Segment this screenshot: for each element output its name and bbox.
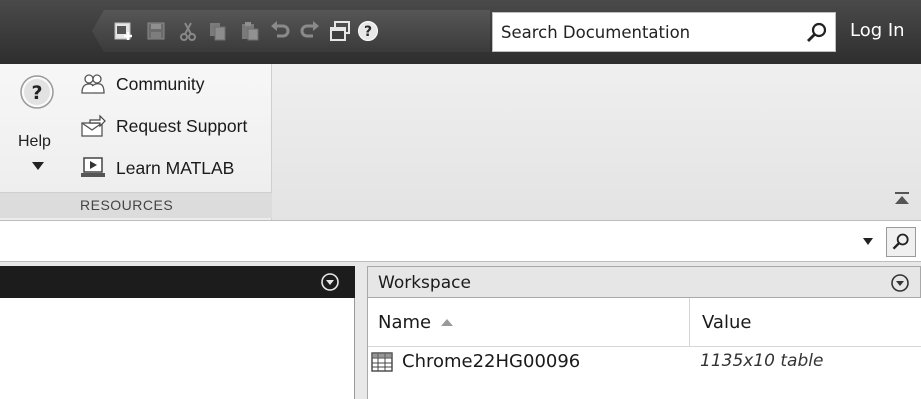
documentation-search <box>492 12 836 52</box>
paste-icon[interactable] <box>238 19 262 43</box>
help-dropdown-arrow-icon[interactable] <box>32 162 44 170</box>
title-bar: ? Log In <box>0 0 921 64</box>
column-header-value[interactable]: Value <box>690 298 921 346</box>
column-header-name[interactable]: Name <box>368 298 690 346</box>
community-label: Community <box>116 73 205 94</box>
workspace-title: Workspace <box>378 273 471 293</box>
learn-matlab-button[interactable]: Learn MATLAB <box>80 155 234 181</box>
undo-icon[interactable] <box>268 19 292 43</box>
current-folder-bar[interactable] <box>0 220 921 262</box>
search-icon[interactable] <box>805 21 829 45</box>
redo-icon[interactable] <box>298 19 322 43</box>
request-support-button[interactable]: Request Support <box>80 113 247 139</box>
variable-name: Chrome22HG00096 <box>402 351 581 372</box>
login-button[interactable]: Log In <box>850 20 905 44</box>
svg-text:?: ? <box>364 24 372 40</box>
folder-search-icon <box>892 233 909 250</box>
resources-section-title: RESOURCES <box>0 192 272 218</box>
cut-icon[interactable] <box>176 19 200 43</box>
header-divider <box>368 346 921 347</box>
table-row[interactable]: Chrome22HG00096 1135x10 table <box>368 348 921 378</box>
workspace-table: Name Value Chrome22HG00096 1135x10 table <box>367 298 921 399</box>
learn-matlab-label: Learn MATLAB <box>116 157 235 178</box>
variable-value: 1135x10 table <box>700 351 824 371</box>
community-button[interactable]: Community <box>80 71 205 97</box>
sort-ascending-icon <box>441 318 454 326</box>
search-input[interactable] <box>493 13 793 51</box>
panel-menu-icon[interactable] <box>320 272 340 292</box>
folder-search-button[interactable] <box>886 227 916 257</box>
community-icon <box>81 74 105 94</box>
folder-dropdown-icon[interactable] <box>863 238 873 245</box>
help-button[interactable]: Help <box>18 133 51 151</box>
request-support-label: Request Support <box>116 115 248 136</box>
switch-windows-icon[interactable] <box>328 19 352 43</box>
new-script-icon[interactable] <box>112 19 136 43</box>
workspace-header: Workspace <box>367 266 921 298</box>
command-window[interactable] <box>0 298 355 399</box>
copy-icon[interactable] <box>206 19 230 43</box>
help-button-icon[interactable]: ? <box>19 74 55 110</box>
section-title-label: RESOURCES <box>80 197 174 213</box>
column-value-label: Value <box>702 311 752 333</box>
request-support-icon <box>81 114 106 137</box>
workspace-menu-icon[interactable] <box>890 273 910 293</box>
table-icon <box>371 352 393 372</box>
panel-splitter[interactable] <box>355 262 367 399</box>
save-icon[interactable] <box>144 19 168 43</box>
help-icon[interactable]: ? <box>356 19 380 43</box>
svg-text:?: ? <box>31 82 42 104</box>
column-name-label: Name <box>378 311 432 333</box>
learn-matlab-icon <box>81 157 105 177</box>
command-window-header <box>0 266 355 298</box>
collapse-ribbon-icon[interactable] <box>893 190 911 208</box>
